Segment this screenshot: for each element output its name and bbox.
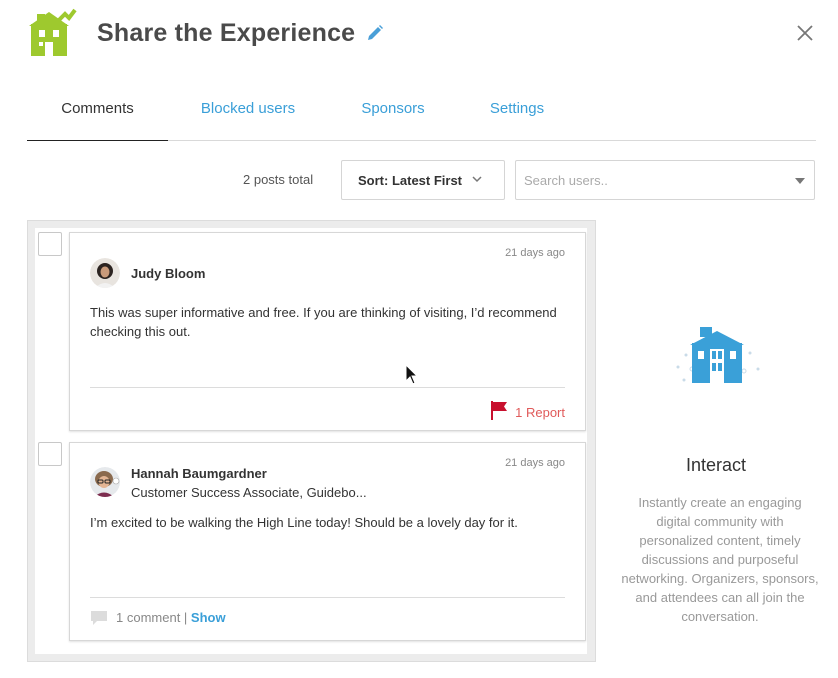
caret-down-icon[interactable] <box>795 178 805 184</box>
report-link[interactable]: 1 Report <box>490 400 565 420</box>
tab-blocked-users[interactable]: Blocked users <box>185 88 311 140</box>
user-search[interactable] <box>515 160 815 200</box>
post-time: 21 days ago <box>505 457 565 469</box>
chevron-down-icon <box>472 176 482 183</box>
comment-bubble-icon <box>91 611 107 625</box>
mouse-cursor-icon <box>405 364 419 385</box>
post-select-checkbox[interactable] <box>38 442 62 466</box>
post-select-checkbox[interactable] <box>38 232 62 256</box>
interact-title: Interact <box>685 455 747 475</box>
post-card: Judy Bloom 21 days ago This was super in… <box>69 232 586 431</box>
divider <box>90 387 565 388</box>
tab-comments[interactable]: Comments <box>27 88 168 141</box>
toolbar: 2 posts total Sort: Latest First <box>0 160 838 200</box>
post-time: 21 days ago <box>505 247 565 259</box>
tab-bar: Comments Blocked users Sponsors Settings <box>27 88 816 141</box>
flag-icon <box>491 401 508 420</box>
search-input[interactable] <box>522 169 786 191</box>
avatar <box>90 467 120 497</box>
report-count: 1 Report <box>515 405 565 420</box>
header: Share the Experience <box>0 0 838 72</box>
close-icon[interactable] <box>795 23 815 43</box>
interact-panel: Interact Instantly create an engaging di… <box>600 220 838 660</box>
post-author-title: Customer Success Associate, Guidebo... <box>131 485 367 500</box>
post-count: 2 posts total <box>243 172 314 187</box>
divider <box>90 597 565 598</box>
avatar <box>90 258 120 288</box>
post-body: I’m excited to be walking the High Line … <box>90 515 518 530</box>
interact-description: Instantly create an engaging digital com… <box>621 495 819 624</box>
comment-summary: 1 comment | Show <box>90 610 226 626</box>
comment-count: 1 comment | <box>116 610 188 625</box>
tab-sponsors[interactable]: Sponsors <box>345 88 441 140</box>
pencil-icon[interactable] <box>366 24 384 42</box>
post-body: This was super informative and free. If … <box>90 305 557 339</box>
post-author: Hannah Baumgardner <box>131 466 267 481</box>
show-comments-link[interactable]: Show <box>191 610 226 625</box>
sort-label: Sort: Latest First <box>358 173 463 188</box>
post-card: Hannah Baumgardner Customer Success Asso… <box>69 442 586 641</box>
interact-building-icon <box>676 327 760 383</box>
comments-feed: Judy Bloom 21 days ago This was super in… <box>27 220 596 662</box>
page-title: Share the Experience <box>97 19 356 47</box>
building-logo-icon <box>29 8 77 56</box>
post-author: Judy Bloom <box>131 266 206 281</box>
sort-dropdown[interactable]: Sort: Latest First <box>341 160 505 200</box>
tab-settings[interactable]: Settings <box>474 88 560 140</box>
